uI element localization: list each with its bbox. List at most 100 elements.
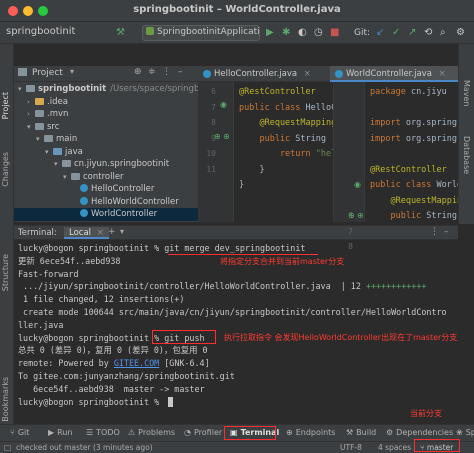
tool-dependencies-button[interactable]: ⚙ Dependencies (386, 428, 453, 437)
status-message: checked out master (3 minutes ago) (16, 443, 153, 452)
merge-annotation: 将指定分支合并到当前master分支 (220, 256, 345, 266)
close-tab-icon[interactable]: × (439, 69, 446, 79)
terminal-line: ller.java (18, 319, 64, 330)
expand-arrow-icon[interactable]: ▾ (27, 121, 35, 134)
terminal-output[interactable]: lucky@bogon springbootinit % git merge d… (14, 240, 458, 424)
options-icon[interactable]: ⋮ (430, 227, 439, 237)
endpoint-gutter-icon[interactable]: ⊕ (357, 211, 364, 220)
coverage-icon[interactable]: ◐ (298, 26, 307, 40)
structure-tool-button[interactable]: Structure (1, 254, 10, 291)
hide-panel-icon[interactable]: – (444, 227, 449, 237)
terminal-line: 6ece54f..aebd938 master -> master (18, 383, 205, 394)
collapse-arrow-icon[interactable]: › (27, 96, 35, 109)
status-square-icon[interactable]: □ (4, 443, 11, 452)
project-panel-title[interactable]: Project (32, 68, 63, 78)
bean-gutter-icon[interactable]: ◉ (220, 100, 227, 109)
breadcrumb[interactable]: springbootinit (6, 26, 75, 37)
expand-arrow-icon[interactable]: ▾ (45, 146, 53, 159)
chevron-down-icon[interactable]: ▾ (70, 67, 74, 76)
push-icon[interactable]: ↗ (408, 26, 416, 40)
tree-item[interactable]: › .idea (14, 96, 198, 109)
expand-arrow-icon[interactable]: ▾ (63, 171, 71, 184)
code-line: } (239, 164, 264, 176)
right-editor-code[interactable]: package cn.jiyu import org.springf import … (366, 82, 458, 222)
locate-icon[interactable]: ⊕ (134, 67, 142, 77)
tab-local[interactable]: Local × (64, 227, 109, 239)
encoding-indicator[interactable]: UTF-8 (340, 443, 362, 452)
right-tool-strip: Maven Database (458, 44, 474, 224)
close-tab-icon[interactable]: × (97, 228, 104, 238)
run-configuration-select[interactable]: SpringbootinitApplication (142, 25, 260, 41)
history-icon[interactable]: ⟲ (424, 26, 432, 40)
tool-label: Dependencies (396, 428, 454, 437)
expand-arrow-icon[interactable]: ▾ (54, 158, 62, 171)
tool-label: Profiler (193, 428, 223, 437)
close-tab-icon[interactable]: × (304, 69, 311, 79)
left-editor-code[interactable]: @RestController public class HelloC @Requ… (235, 82, 333, 222)
code-token: String (295, 133, 332, 144)
run-icon[interactable]: ▶ (266, 26, 274, 40)
tree-item[interactable]: › .mvn (14, 108, 198, 121)
tree-item[interactable]: ▾ java (14, 146, 198, 159)
code-token: public (370, 211, 427, 221)
tool-problems-button[interactable]: ⚠ Problems (128, 428, 175, 437)
bean-gutter-icon[interactable]: ◉ (354, 180, 361, 189)
class-icon (203, 70, 211, 78)
code-token: public (239, 133, 296, 144)
indent-indicator[interactable]: 4 spaces (378, 443, 411, 452)
tree-item[interactable]: ▾ springbootinit/Users/space/springbootin (14, 83, 198, 96)
tool-build-button[interactable]: ⚒ Build (346, 428, 376, 437)
project-tool-button[interactable]: Project (1, 92, 10, 119)
endpoint-gutter-icon[interactable]: ⊕ (348, 211, 355, 220)
collapse-all-icon[interactable]: ≑ (148, 67, 156, 77)
collapse-arrow-icon[interactable]: › (27, 108, 35, 121)
stop-icon[interactable]: ■ (330, 26, 339, 40)
endpoint-gutter-icon[interactable]: ⊕ (214, 132, 221, 141)
settings-icon[interactable]: ⚙ (456, 26, 465, 40)
expand-arrow-icon[interactable]: ▾ (36, 133, 44, 146)
debug-icon[interactable]: ✱ (282, 26, 290, 40)
code-token: } (239, 180, 245, 190)
status-bar: □ checked out master (3 minutes ago) UTF… (0, 439, 474, 453)
search-icon[interactable]: ⌕ (440, 26, 446, 40)
terminal-text: [GNK-6.4] (159, 358, 210, 369)
commit-icon[interactable]: ✓ (392, 26, 400, 40)
changes-tool-button[interactable]: Changes (1, 152, 10, 187)
tree-item-label: controller (83, 171, 124, 182)
tree-item[interactable]: WorldController (14, 208, 198, 221)
tab-world-controller[interactable]: WorldController.java × (330, 66, 458, 82)
profile-icon[interactable]: ◷ (314, 26, 323, 40)
tool-label: Git (17, 428, 30, 437)
chevron-down-icon[interactable]: ▾ (120, 227, 124, 236)
tool-endpoints-button[interactable]: ⊕ Endpoints (286, 428, 335, 437)
tree-item[interactable]: ▾ src (14, 121, 198, 134)
gitee-link[interactable]: GITEE.COM (114, 358, 159, 368)
tree-item[interactable]: ▾ controller (14, 171, 198, 184)
tab-hello-controller[interactable]: HelloController.java × (198, 66, 328, 82)
code-token: "hel (315, 149, 333, 159)
terminal-tool-highlight-box (224, 426, 276, 440)
tree-item[interactable]: HelloController (14, 183, 198, 196)
tool-todo-button[interactable]: ☰ TODO (86, 428, 120, 437)
options-icon[interactable]: ⋮ (162, 67, 171, 77)
tool-sp-button[interactable]: ❀ Sp (456, 428, 474, 437)
branch-highlight-box (414, 439, 460, 452)
code-line: return "hel (239, 148, 333, 160)
tool-git-button[interactable]: ⑂ Git (10, 428, 29, 437)
update-project-icon[interactable]: ↙ (376, 26, 384, 40)
bookmarks-tool-button[interactable]: Bookmarks (1, 377, 10, 422)
expand-arrow-icon[interactable]: ▾ (18, 83, 26, 96)
tree-item[interactable]: HelloWorldController (14, 196, 198, 209)
tool-label: TODO (96, 428, 120, 437)
database-tool-button[interactable]: Database (462, 136, 471, 174)
endpoint-gutter-icon[interactable]: ⊕ (223, 132, 230, 141)
hide-panel-icon[interactable]: – (178, 67, 183, 77)
tree-item[interactable]: ▾ cn.jiyun.springbootinit (14, 158, 198, 171)
tool-run-button[interactable]: ▶ Run (48, 428, 73, 437)
tree-item[interactable]: ▾ main (14, 133, 198, 146)
maven-tool-button[interactable]: Maven (462, 80, 471, 107)
hammer-icon[interactable]: ⚒ (116, 26, 125, 40)
tool-profiler-button[interactable]: ◔ Profiler (184, 428, 222, 437)
tree-item-label: .idea (47, 96, 68, 107)
add-terminal-icon[interactable]: + (108, 227, 116, 237)
